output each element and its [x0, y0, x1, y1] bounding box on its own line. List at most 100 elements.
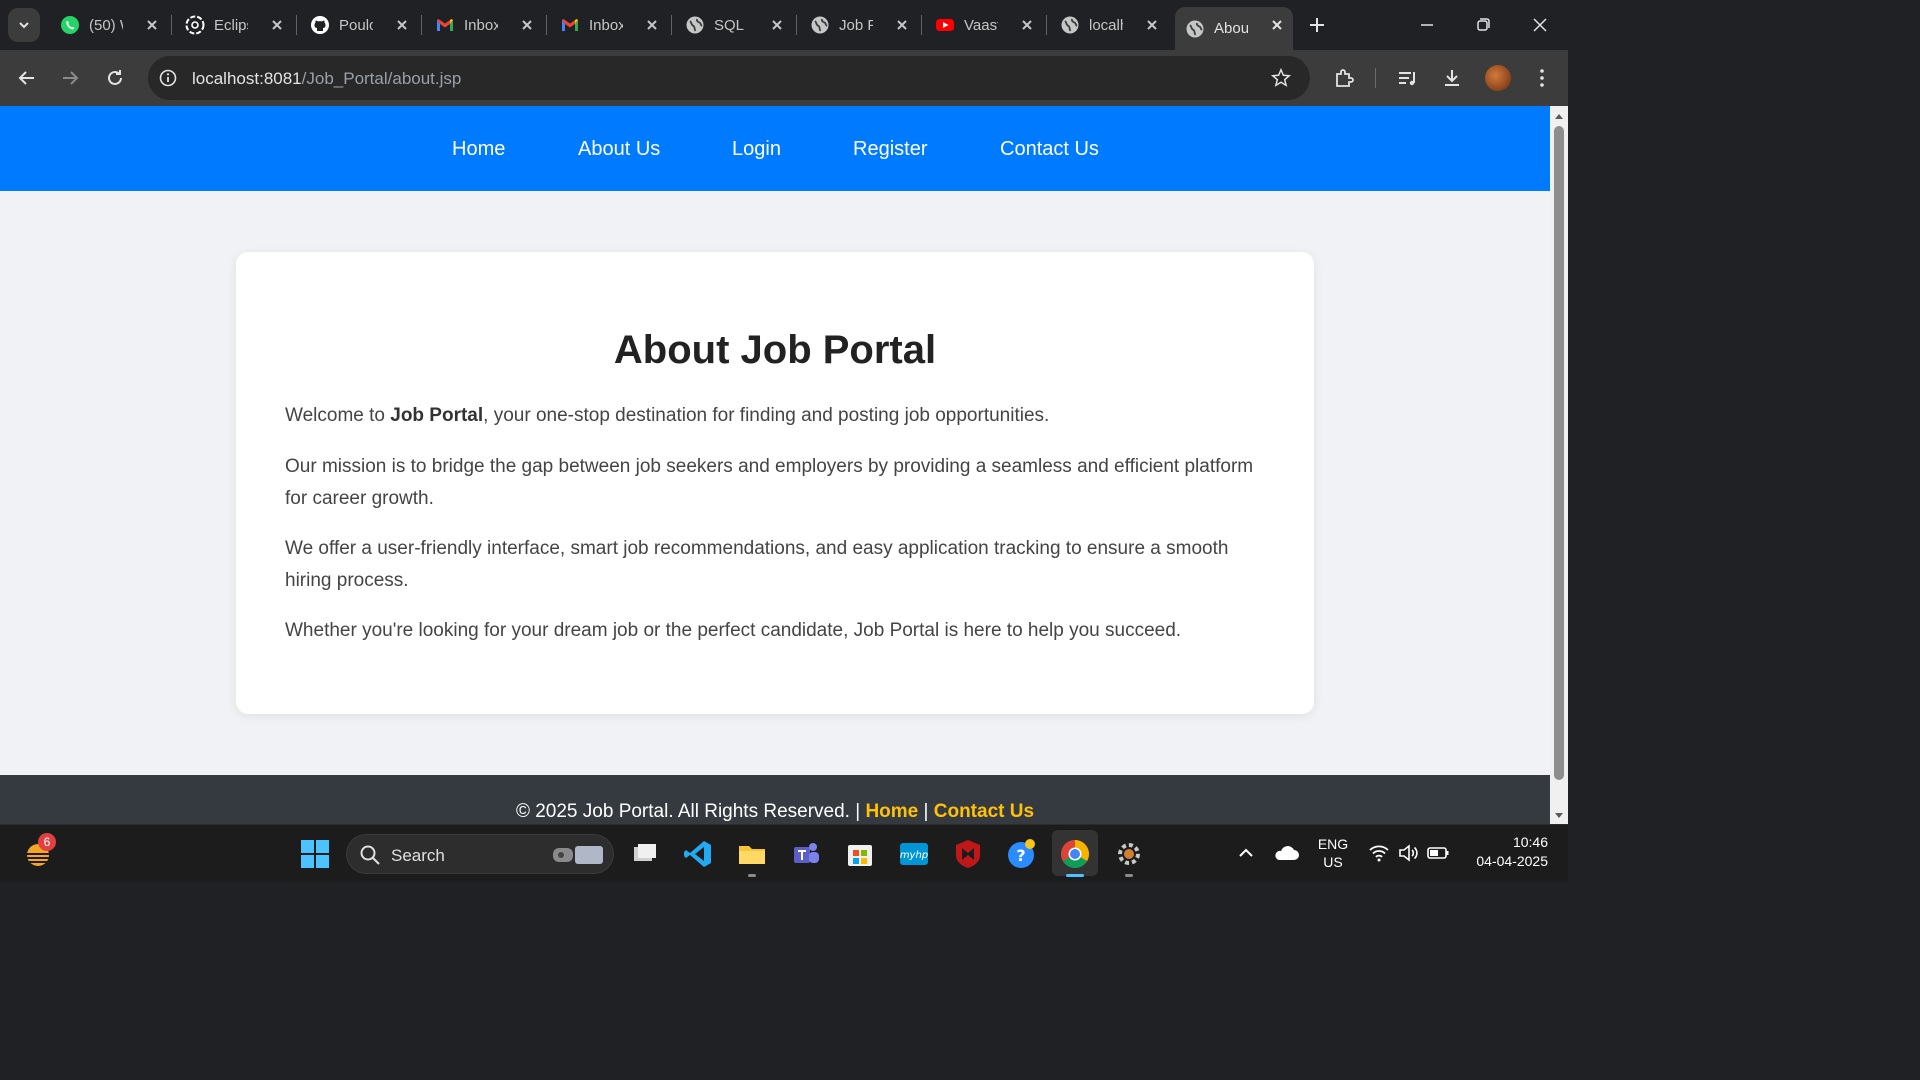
wifi-icon[interactable] — [1367, 841, 1391, 865]
tab-separator — [296, 15, 297, 35]
about-title: About Job Portal — [613, 328, 937, 372]
new-tab-icon[interactable] — [1304, 12, 1330, 38]
globe-icon — [1060, 15, 1080, 35]
about-paragraph-features: We offer a user-friendly interface, smar… — [285, 538, 1229, 591]
windows-start-icon[interactable] — [299, 838, 331, 870]
more-menu-icon[interactable] — [1530, 66, 1554, 90]
nav-about-link[interactable]: About Us — [578, 138, 660, 161]
scroll-down-icon[interactable] — [1554, 810, 1564, 820]
nav-contact-link[interactable]: Contact Us — [1000, 138, 1099, 161]
tab-search-button[interactable] — [8, 8, 40, 42]
taskbar-search-label: Search — [391, 846, 445, 865]
url-host: localhost:8081 — [192, 69, 302, 88]
clock-time: 10:46 — [1512, 834, 1548, 850]
tab-separator — [671, 15, 672, 35]
lang-text: ENG — [1317, 836, 1349, 852]
close-tab-icon[interactable] — [644, 17, 660, 33]
clock[interactable]: 10:46 04-04-2025 — [1456, 834, 1556, 869]
footer-separator: | — [918, 801, 934, 822]
profile-avatar[interactable] — [1485, 65, 1511, 91]
volume-icon[interactable] — [1396, 841, 1420, 865]
globe-icon — [685, 15, 705, 35]
mcafee-icon[interactable] — [952, 838, 984, 870]
tab-title: SQL C — [714, 16, 748, 34]
url-path: /Job_Portal/about.jsp — [301, 69, 462, 88]
windows-taskbar: 6 Search myhp ? ENG US 10:46 04-04-2025 — [0, 824, 1568, 882]
welcome-suffix: , your one-stop destination for finding … — [483, 405, 1050, 426]
about-paragraph-welcome: Welcome to Job Portal, your one-stop des… — [285, 400, 1275, 432]
browser-tab[interactable]: Eclips — [175, 7, 293, 43]
close-window-icon[interactable] — [1527, 12, 1553, 38]
restore-icon[interactable] — [1470, 12, 1496, 38]
tab-title: (50) W — [89, 16, 123, 34]
address-bar[interactable]: localhost:8081/Job_Portal/about.jsp — [148, 56, 1310, 100]
page-viewport: Home About Us Login Register Contact Us … — [0, 106, 1550, 824]
tab-title: Inbox — [464, 16, 498, 34]
extensions-icon[interactable] — [1332, 66, 1356, 90]
whatsapp-icon — [60, 15, 80, 35]
scroll-thumb[interactable] — [1554, 126, 1564, 780]
close-tab-icon[interactable] — [269, 17, 285, 33]
browser-tab[interactable]: SQL C — [675, 7, 793, 43]
minimize-icon[interactable] — [1414, 12, 1440, 38]
back-arrow-icon[interactable] — [15, 66, 39, 90]
battery-icon[interactable] — [1426, 841, 1450, 865]
footer-copyright: © 2025 Job Portal. All Rights Reserved. … — [515, 801, 866, 822]
bookmark-star-icon[interactable] — [1270, 67, 1292, 89]
close-tab-icon[interactable] — [769, 17, 785, 33]
footer-contact-link[interactable]: Contact Us — [934, 801, 1034, 822]
footer-home-link[interactable]: Home — [865, 801, 918, 822]
tab-title: About — [1214, 20, 1248, 37]
browser-tab[interactable]: localh — [1050, 7, 1168, 43]
myhp-icon[interactable]: myhp — [898, 838, 930, 870]
url-text: localhost:8081/Job_Portal/about.jsp — [192, 69, 461, 89]
site-navbar: Home About Us Login Register Contact Us — [0, 106, 1550, 191]
page-scrollbar[interactable] — [1550, 106, 1568, 824]
file-explorer-icon[interactable] — [736, 838, 768, 870]
close-tab-icon[interactable] — [519, 17, 535, 33]
vscode-icon[interactable] — [682, 838, 714, 870]
nav-home-link[interactable]: Home — [452, 138, 505, 161]
browser-tab[interactable]: Inbox — [550, 7, 668, 43]
download-icon[interactable] — [1440, 66, 1464, 90]
onedrive-cloud-icon[interactable] — [1272, 841, 1300, 865]
chevron-up-icon[interactable] — [1234, 841, 1258, 865]
task-view-icon[interactable] — [629, 838, 661, 870]
get-help-icon[interactable]: ? — [1005, 838, 1037, 870]
nav-register-link[interactable]: Register — [853, 138, 927, 161]
lang-indicator[interactable]: ENG US — [1312, 836, 1354, 870]
close-tab-icon[interactable] — [894, 17, 910, 33]
browser-toolbar: localhost:8081/Job_Portal/about.jsp — [0, 50, 1568, 106]
browser-tab[interactable]: (50) W — [50, 7, 168, 43]
chrome-icon[interactable] — [1059, 838, 1091, 870]
close-tab-icon[interactable] — [1019, 17, 1035, 33]
browser-tab[interactable]: Vaast — [925, 7, 1043, 43]
tab-separator — [921, 15, 922, 35]
tab-separator — [1046, 15, 1047, 35]
browser-tab[interactable]: Job Po — [800, 7, 918, 43]
browser-tab[interactable]: Poulo — [300, 7, 418, 43]
ms-store-icon[interactable] — [844, 838, 876, 870]
gear-app-icon[interactable] — [1113, 838, 1145, 870]
taskbar-search-box[interactable]: Search — [346, 834, 614, 874]
media-controls-icon[interactable] — [1396, 66, 1420, 90]
close-tab-icon[interactable] — [394, 17, 410, 33]
weather-badge: 6 — [38, 833, 56, 851]
close-tab-icon[interactable] — [1144, 17, 1160, 33]
forward-arrow-icon[interactable] — [58, 66, 82, 90]
close-tab-icon[interactable] — [1269, 17, 1285, 33]
globe-icon — [810, 15, 830, 35]
browser-tab[interactable]: About — [1175, 7, 1293, 50]
footer-text: © 2025 Job Portal. All Rights Reserved. … — [0, 801, 1550, 823]
chatgpt-icon — [185, 15, 205, 35]
browser-tab[interactable]: Inbox — [425, 7, 543, 43]
tab-separator — [546, 15, 547, 35]
toolbar-divider — [1375, 68, 1376, 88]
close-tab-icon[interactable] — [144, 17, 160, 33]
welcome-brand: Job Portal — [390, 405, 484, 426]
nav-login-link[interactable]: Login — [732, 138, 781, 161]
teams-icon[interactable] — [790, 838, 822, 870]
site-info-icon[interactable] — [158, 68, 178, 88]
scroll-up-icon[interactable] — [1554, 112, 1564, 122]
reload-icon[interactable] — [103, 66, 127, 90]
